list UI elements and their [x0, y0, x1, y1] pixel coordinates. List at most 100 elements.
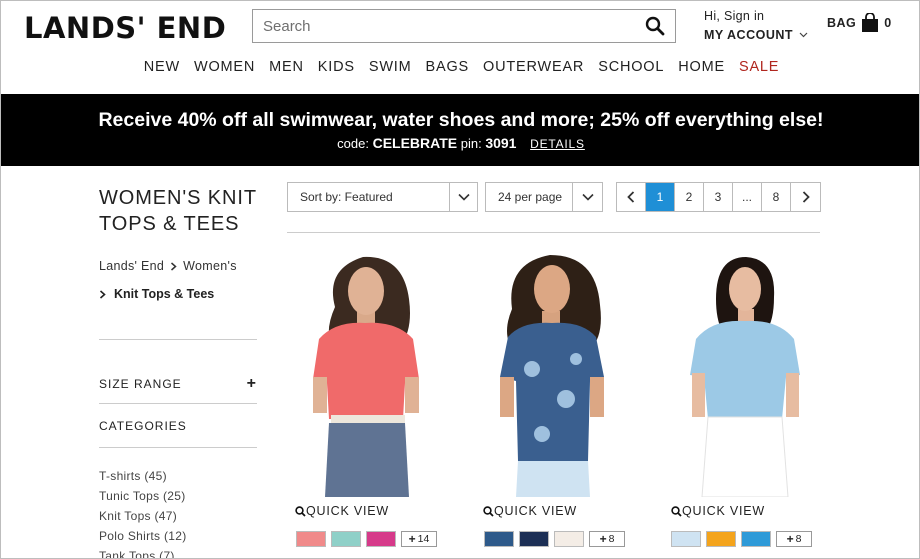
search-icon — [483, 505, 494, 517]
search-input[interactable] — [253, 10, 635, 42]
sign-in-link[interactable]: Hi, Sign in — [704, 9, 764, 23]
quick-view-link[interactable]: QUICK VIEW — [295, 504, 389, 518]
more-colors-button[interactable]: +8 — [589, 531, 625, 547]
color-swatch[interactable] — [741, 531, 771, 547]
quick-view-label: QUICK VIEW — [682, 504, 766, 518]
color-swatch[interactable] — [484, 531, 514, 547]
search-icon — [645, 16, 665, 36]
breadcrumb-womens[interactable]: Women's — [183, 259, 237, 273]
divider — [99, 403, 257, 404]
nav-women[interactable]: WOMEN — [194, 59, 255, 75]
category-tank-tops[interactable]: Tank Tops (7) — [99, 546, 187, 558]
quick-view-label: QUICK VIEW — [306, 504, 390, 518]
chevron-down-icon — [799, 32, 808, 38]
page: LANDS' END Hi, Sign in MY ACCOUNT BAG 0 … — [0, 0, 920, 559]
divider — [99, 339, 257, 340]
bag-label: BAG — [827, 16, 857, 30]
divider — [99, 447, 257, 448]
nav-school[interactable]: SCHOOL — [598, 59, 664, 75]
breadcrumb: Lands' End Women's — [99, 259, 237, 273]
category-tunic-tops[interactable]: Tunic Tops (25) — [99, 486, 187, 506]
main-nav: NEW WOMEN MEN KIDS SWIM BAGS OUTERWEAR S… — [1, 59, 919, 75]
promo-code-line: code: CELEBRATE pin: 3091 DETAILS — [1, 135, 919, 151]
product-image[interactable] — [472, 249, 632, 497]
search-icon — [671, 505, 682, 517]
chevron-right-icon — [171, 261, 177, 271]
more-colors-count: 14 — [417, 533, 430, 545]
page-8[interactable]: 8 — [762, 183, 791, 211]
lands-end-logo[interactable]: LANDS' END — [24, 11, 226, 45]
nav-men[interactable]: MEN — [269, 59, 304, 75]
page-1[interactable]: 1 — [646, 183, 675, 211]
plus-icon: + — [599, 532, 607, 546]
product-image[interactable] — [285, 249, 445, 497]
color-swatch[interactable] — [519, 531, 549, 547]
promo-banner: Receive 40% off all swimwear, water shoe… — [1, 94, 919, 166]
promo-headline: Receive 40% off all swimwear, water shoe… — [98, 109, 824, 131]
promo-pin-prefix: pin: — [460, 136, 482, 151]
quick-view-link[interactable]: QUICK VIEW — [671, 504, 765, 518]
nav-sale[interactable]: SALE — [739, 59, 779, 75]
sort-select-label: Sort by: Featured — [300, 190, 393, 204]
category-t-shirts[interactable]: T-shirts (45) — [99, 466, 187, 486]
breadcrumb-lands-end[interactable]: Lands' End — [99, 259, 164, 273]
color-swatch[interactable] — [671, 531, 701, 547]
page-ellipsis: ... — [733, 183, 762, 211]
quick-view-label: QUICK VIEW — [494, 504, 578, 518]
page-title-line-1: WOMEN'S KNIT — [99, 187, 257, 209]
nav-kids[interactable]: KIDS — [318, 59, 355, 75]
category-polo-shirts[interactable]: Polo Shirts (12) — [99, 526, 187, 546]
facet-size-range[interactable]: SIZE RANGE + — [99, 375, 257, 393]
chevron-down-icon — [449, 183, 477, 211]
divider — [287, 232, 820, 233]
facet-size-range-label: SIZE RANGE — [99, 377, 182, 391]
page-2[interactable]: 2 — [675, 183, 704, 211]
promo-code: CELEBRATE — [372, 135, 458, 151]
nav-bags[interactable]: BAGS — [426, 59, 470, 75]
breadcrumb-current: Knit Tops & Tees — [99, 287, 214, 301]
product-image[interactable] — [660, 249, 820, 497]
chevron-right-icon — [802, 191, 810, 203]
page-3[interactable]: 3 — [704, 183, 733, 211]
chevron-left-icon — [627, 191, 635, 203]
per-page-select[interactable]: 24 per page — [485, 182, 603, 212]
sort-select[interactable]: Sort by: Featured — [287, 182, 478, 212]
more-colors-button[interactable]: +8 — [776, 531, 812, 547]
color-swatch[interactable] — [366, 531, 396, 547]
per-page-label: 24 per page — [498, 190, 563, 204]
plus-icon: + — [786, 532, 794, 546]
chevron-down-icon — [572, 183, 602, 211]
search-box — [252, 9, 676, 43]
nav-outerwear[interactable]: OUTERWEAR — [483, 59, 584, 75]
quick-view-link[interactable]: QUICK VIEW — [483, 504, 577, 518]
category-knit-tops[interactable]: Knit Tops (47) — [99, 506, 187, 526]
expand-plus-icon: + — [246, 375, 257, 392]
pagination-next[interactable] — [791, 183, 820, 211]
more-colors-count: 8 — [608, 533, 615, 545]
product-card: QUICK VIEW +8 — [472, 249, 632, 547]
nav-new[interactable]: NEW — [144, 59, 180, 75]
page-title: WOMEN'S KNIT TOPS & TEES — [99, 185, 257, 237]
search-button[interactable] — [635, 10, 675, 42]
nav-home[interactable]: HOME — [678, 59, 725, 75]
more-colors-count: 8 — [795, 533, 802, 545]
color-swatch[interactable] — [554, 531, 584, 547]
my-account-menu[interactable]: MY ACCOUNT — [704, 28, 808, 42]
plus-icon: + — [408, 532, 416, 546]
more-colors-button[interactable]: +14 — [401, 531, 437, 547]
color-swatch[interactable] — [296, 531, 326, 547]
promo-details-link[interactable]: DETAILS — [530, 137, 585, 151]
color-swatches: +14 — [296, 531, 437, 547]
pagination-prev[interactable] — [617, 183, 646, 211]
my-account-label: MY ACCOUNT — [704, 28, 794, 42]
breadcrumb-current-label: Knit Tops & Tees — [114, 287, 215, 301]
pagination: 1 2 3 ... 8 — [616, 182, 821, 212]
bag-button[interactable]: BAG 0 — [827, 13, 892, 33]
promo-code-prefix: code: — [337, 136, 369, 151]
color-swatch[interactable] — [331, 531, 361, 547]
color-swatches: +8 — [484, 531, 625, 547]
bag-count: 0 — [884, 16, 892, 30]
nav-swim[interactable]: SWIM — [369, 59, 412, 75]
color-swatch[interactable] — [706, 531, 736, 547]
facet-categories[interactable]: CATEGORIES — [99, 419, 257, 433]
